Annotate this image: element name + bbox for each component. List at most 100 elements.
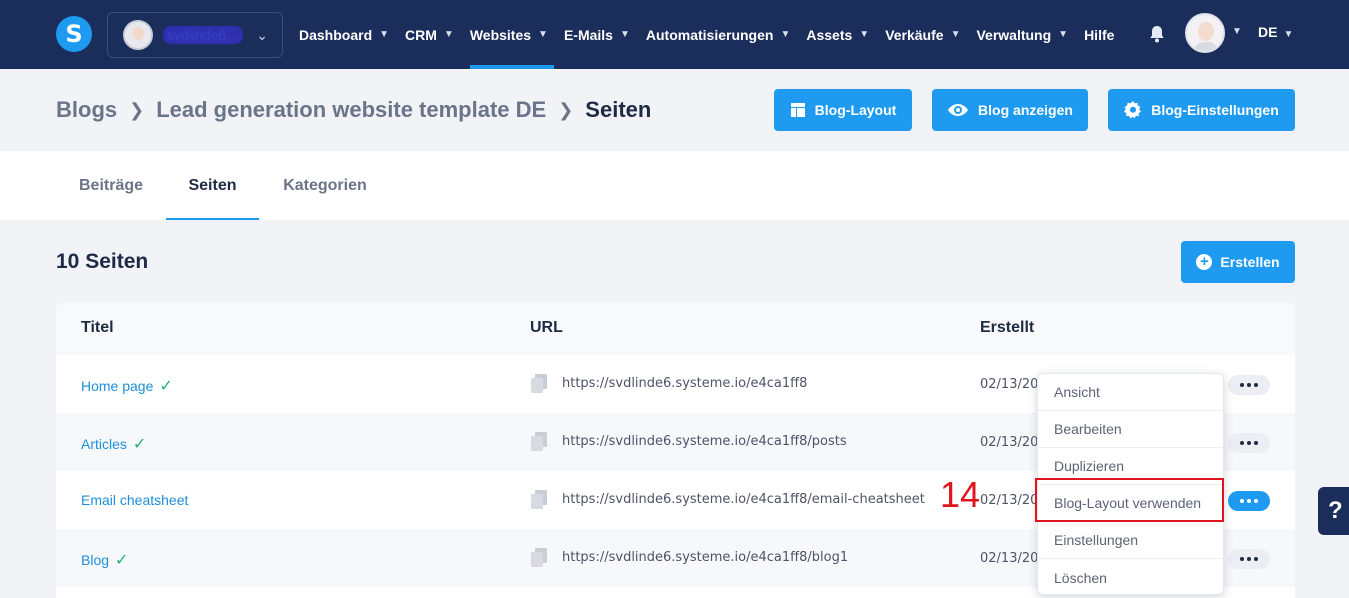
menu-item-edit[interactable]: Bearbeiten	[1038, 411, 1225, 448]
nav-item-websites[interactable]: Websites ▼	[469, 0, 555, 69]
nav-label: CRM	[405, 26, 437, 43]
title-text: Home page	[81, 378, 154, 394]
page-count: 10 Seiten	[56, 250, 149, 273]
blog-layout-button[interactable]: Blog-Layout	[774, 89, 912, 131]
created-date: 02/13/20	[980, 435, 1039, 450]
nav-label: Verwaltung	[976, 26, 1052, 43]
copy-icon[interactable]	[530, 548, 548, 568]
nav-label: Websites	[469, 26, 532, 43]
nav-item-sales[interactable]: Verkäufe ▼	[885, 0, 960, 69]
user-avatar[interactable]	[1185, 13, 1225, 53]
copy-icon[interactable]	[530, 432, 548, 452]
nav-item-assets[interactable]: Assets ▼	[806, 0, 869, 69]
blog-settings-button[interactable]: Blog-Einstellungen	[1108, 89, 1295, 131]
bell-icon[interactable]	[1147, 24, 1167, 44]
tab-posts[interactable]: Beiträge	[56, 151, 166, 220]
menu-item-delete[interactable]: Löschen	[1038, 559, 1225, 596]
created-date: 02/13/20	[980, 493, 1039, 508]
chevron-right-icon: ❯	[129, 99, 145, 120]
check-icon: ✓	[159, 378, 173, 395]
nav-label: Dashboard	[299, 26, 373, 43]
button-label: Blog anzeigen	[978, 102, 1073, 118]
breadcrumb-blogs[interactable]: Blogs	[56, 97, 117, 123]
page-url[interactable]: https://svdlinde6.systeme.io/e4ca1ff8/em…	[562, 492, 925, 507]
page-title-link[interactable]: Email cheatsheet	[81, 492, 188, 508]
language-selector[interactable]: DE ▼	[1258, 24, 1293, 40]
breadcrumb-blog-name[interactable]: Lead generation website template DE	[156, 97, 546, 123]
plus-icon: +	[1196, 254, 1213, 270]
created-date: 02/13/20	[980, 377, 1039, 392]
copy-icon[interactable]	[530, 490, 548, 510]
chevron-right-icon: ❯	[558, 99, 574, 120]
nav-item-dashboard[interactable]: Dashboard ▼	[299, 0, 389, 69]
account-switcher[interactable]: svdlinde6… ⌄	[107, 12, 283, 58]
gear-icon	[1124, 101, 1142, 119]
nav-label: Verkäufe	[885, 26, 944, 43]
more-actions-button[interactable]	[1228, 549, 1270, 569]
chevron-down-icon: ▼	[1058, 29, 1069, 40]
annotation-highlight-box	[1035, 478, 1224, 522]
check-icon: ✓	[132, 436, 147, 453]
chevron-down-icon: ▼	[780, 29, 791, 40]
nav-label: Hilfe	[1084, 26, 1115, 43]
breadcrumb-current: Seiten	[585, 97, 652, 122]
page-url[interactable]: https://svdlinde6.systeme.io/e4ca1ff8/po…	[562, 434, 847, 449]
page-title-link[interactable]: Home page ✓	[81, 376, 173, 396]
breadcrumb: Blogs ❯ Lead generation website template…	[56, 97, 651, 123]
chevron-down-icon: ▼	[538, 29, 548, 40]
nav-item-help[interactable]: Hilfe	[1084, 0, 1114, 69]
menu-item-settings[interactable]: Einstellungen	[1038, 522, 1225, 559]
tab-label: Seiten	[188, 176, 237, 194]
annotation-step-number: 14	[940, 474, 981, 515]
main-menu: Dashboard ▼ CRM ▼ Websites ▼ E-Mails ▼ Autom…	[299, 0, 1130, 69]
title-text: Blog	[81, 552, 110, 568]
page-header: Blogs ❯ Lead generation website template…	[0, 69, 1349, 151]
nav-item-emails[interactable]: E-Mails ▼	[564, 0, 630, 69]
button-label: Blog-Einstellungen	[1151, 102, 1279, 118]
copy-icon[interactable]	[530, 374, 548, 394]
page-url[interactable]: https://svdlinde6.systeme.io/e4ca1ff8/bl…	[562, 550, 848, 565]
language-label: DE	[1258, 24, 1278, 40]
nav-label: Automatisierungen	[645, 26, 774, 43]
chevron-down-icon: ▼	[619, 29, 630, 40]
more-actions-button[interactable]	[1228, 375, 1270, 395]
create-button[interactable]: + Erstellen	[1181, 241, 1295, 283]
column-header-created[interactable]: Erstellt	[980, 319, 1034, 337]
nav-item-crm[interactable]: CRM ▼	[405, 0, 454, 69]
tab-label: Beiträge	[78, 176, 144, 194]
page-url[interactable]: https://svdlinde6.systeme.io/e4ca1ff8	[562, 376, 807, 391]
account-avatar	[123, 20, 153, 50]
chevron-down-icon: ▼	[379, 29, 390, 40]
page-title-link[interactable]: Articles ✓	[81, 434, 146, 454]
button-label: Blog-Layout	[814, 102, 897, 118]
column-header-title[interactable]: Titel	[81, 319, 114, 337]
title-text: Articles	[81, 436, 127, 452]
tab-categories[interactable]: Kategorien	[259, 151, 391, 220]
account-name: svdlinde6…	[163, 26, 243, 44]
nav-label: Assets	[806, 26, 853, 43]
chevron-down-icon: ▼	[950, 29, 961, 40]
chevron-down-icon: ⌄	[256, 27, 268, 43]
title-text: Email cheatsheet	[81, 492, 189, 508]
menu-item-view[interactable]: Ansicht	[1038, 374, 1225, 411]
page-title-link[interactable]: Blog ✓	[81, 550, 128, 570]
chevron-down-icon[interactable]: ▼	[1232, 26, 1242, 37]
table-header: Titel URL Erstellt	[56, 303, 1295, 355]
chevron-down-icon: ▼	[1283, 29, 1294, 40]
button-label: Erstellen	[1220, 254, 1280, 270]
systeme-logo[interactable]: S	[56, 16, 92, 52]
more-actions-button[interactable]	[1228, 491, 1270, 511]
tab-pages[interactable]: Seiten	[166, 151, 259, 220]
column-header-url[interactable]: URL	[530, 319, 563, 337]
eye-icon	[948, 104, 969, 116]
tab-label: Kategorien	[283, 176, 367, 194]
nav-item-automations[interactable]: Automatisierungen ▼	[646, 0, 790, 69]
nav-label: E-Mails	[563, 26, 613, 43]
nav-item-management[interactable]: Verwaltung ▼	[976, 0, 1068, 69]
layout-icon	[790, 103, 805, 117]
tab-bar: Beiträge Seiten Kategorien	[0, 151, 1349, 220]
view-blog-button[interactable]: Blog anzeigen	[932, 89, 1088, 131]
help-button[interactable]: ?	[1318, 487, 1349, 535]
more-actions-button[interactable]	[1228, 433, 1270, 453]
chevron-down-icon: ▼	[443, 29, 454, 40]
